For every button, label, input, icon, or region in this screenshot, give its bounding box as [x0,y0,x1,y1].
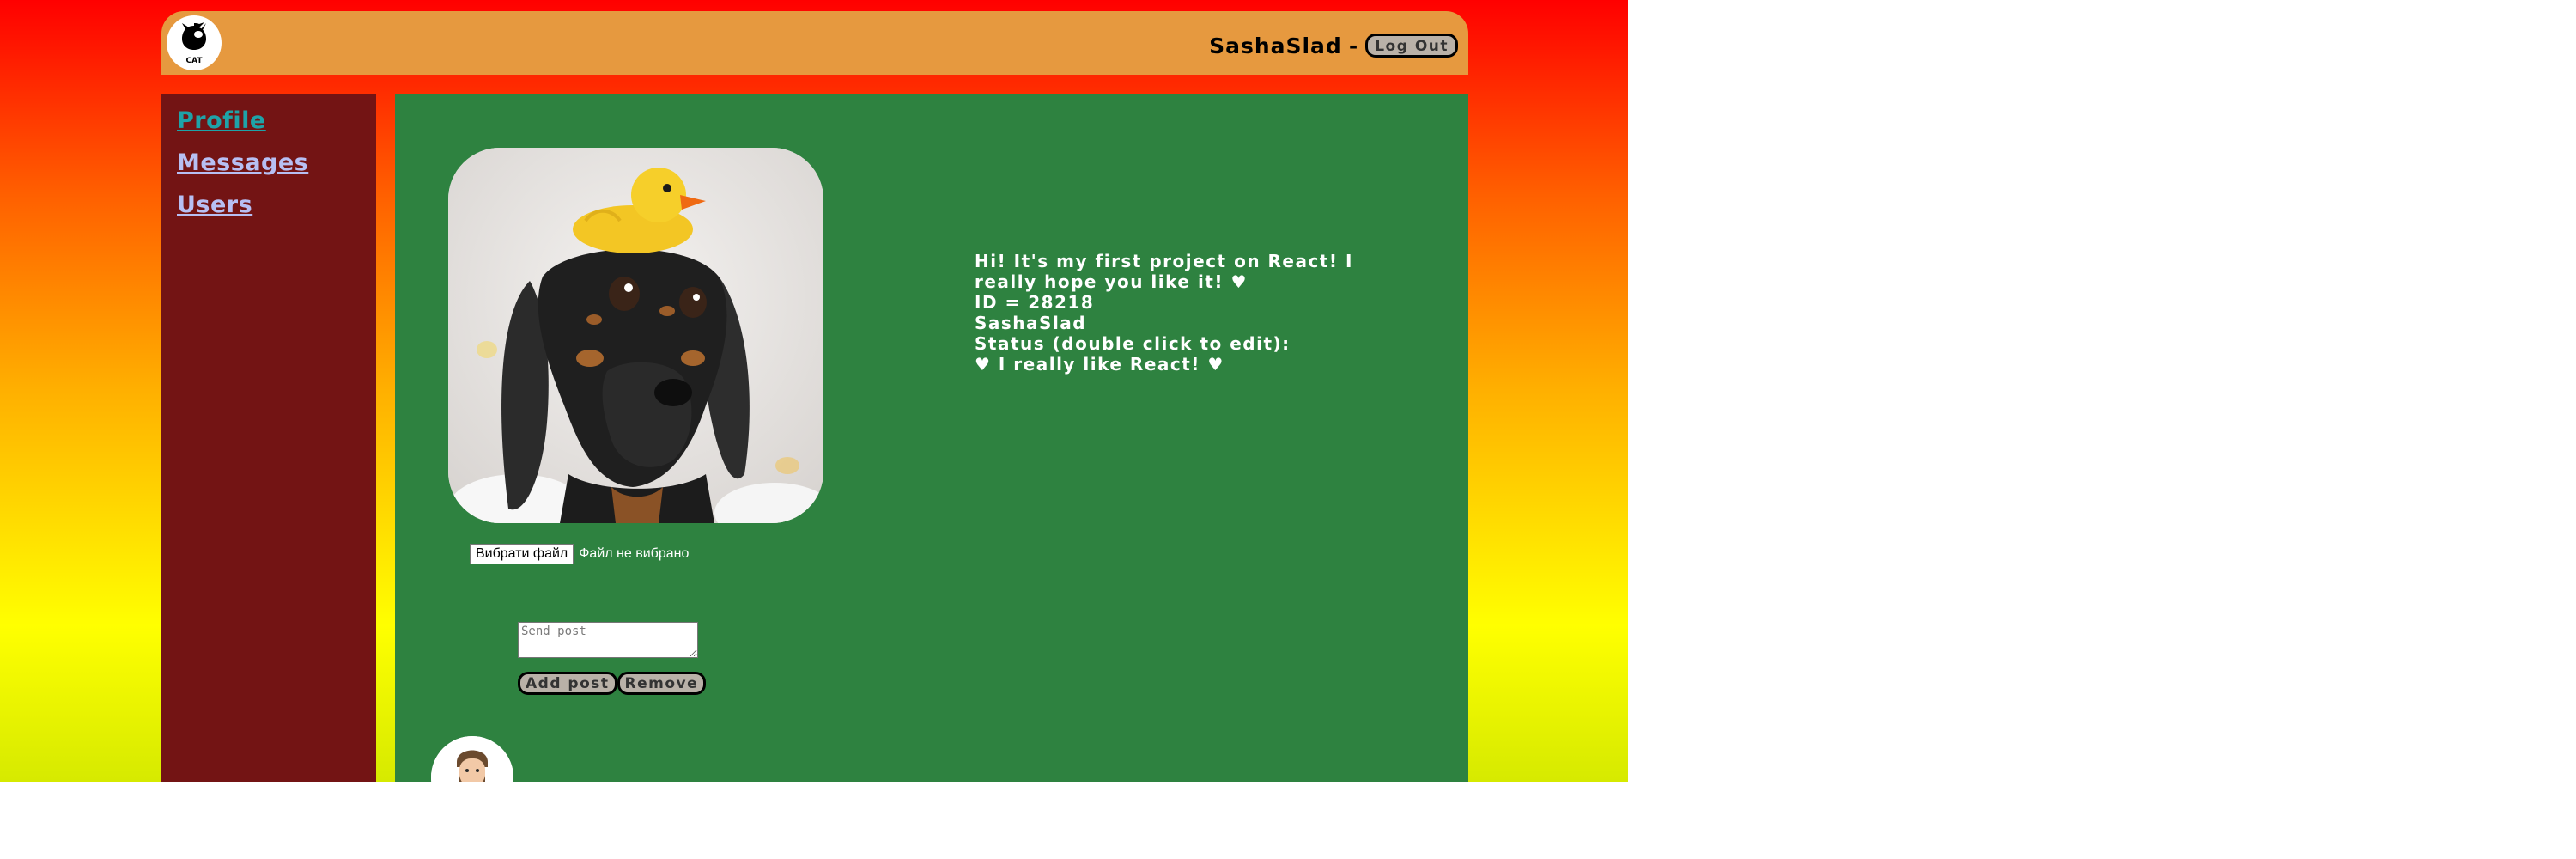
sidebar-item-profile[interactable]: Profile [177,107,266,134]
choose-file-button[interactable]: Вибрати файл [470,544,574,564]
profile-about: Hi! It's my first project on React! I re… [975,251,1353,292]
add-post-button[interactable]: Add post [518,672,617,695]
profile-page: Hi! It's my first project on React! I re… [395,94,1468,782]
file-status-text: Файл не вибрано [579,546,690,561]
profile-name: SashaSlad [975,313,1087,333]
man-avatar-icon [431,736,513,782]
profile-info: Hi! It's my first project on React! I re… [975,251,1370,375]
profile-photo [448,148,823,523]
app-header: CAT SashaSlad - Log Out [161,11,1468,75]
app-background: CAT SashaSlad - Log Out Profile Messages… [0,0,1628,782]
logo-text: CAT [185,57,203,65]
file-upload: Вибрати файл Файл не вибрано [470,544,689,564]
profile-status-label: Status (double click to edit): [975,333,1291,354]
sidebar: Profile Messages Users [161,94,376,782]
logout-button[interactable]: Log Out [1365,34,1458,58]
remove-post-button[interactable]: Remove [617,672,707,695]
profile-status-value[interactable]: ♥ I really like React! ♥ [975,354,1370,375]
profile-id: ID = 28218 [975,292,1095,313]
username-separator: - [1348,33,1359,58]
sidebar-item-users[interactable]: Users [177,192,252,218]
post-buttons: Add post Remove [518,672,707,695]
cat-logo-icon[interactable]: CAT [167,15,222,70]
sidebar-item-messages[interactable]: Messages [177,149,308,176]
post-input[interactable] [518,622,698,658]
user-area: SashaSlad - Log Out [1209,33,1458,58]
dachshund-with-rubber-duck-photo [448,148,823,523]
username: SashaSlad [1209,33,1342,58]
